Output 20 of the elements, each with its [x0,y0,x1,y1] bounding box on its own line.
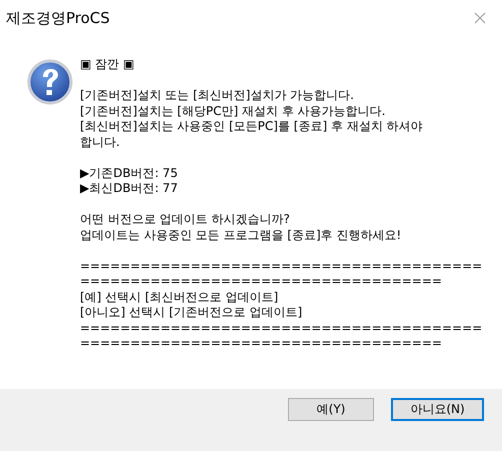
message-text: ▶최신DB버전: 77 [80,181,179,196]
message-text: 어떤 버전으로 업데이트 하시겠습니까? [80,212,291,228]
message-text: ==================================== [80,274,443,290]
message-text: ==================================== [80,336,443,352]
message-text: [기존버전]설치 또는 [최신버전]설치가 가능합니다. [80,88,355,104]
message-text: ======================================== [80,320,482,336]
message-text: [아니오] 선택시 [기존버전으로 업데이트] [80,305,304,320]
message-text: ======================================== [80,258,482,274]
window-title: 제조경영ProCS [6,8,110,28]
close-icon [474,12,486,24]
message-text: ▶기존DB버전: 75 [80,166,179,181]
message-text: 업데이트는 사용중인 모든 프로그램을 [종료]후 진행하세요! [80,228,402,243]
message-text: [예] 선택시 [최신버전으로 업데이트] [80,290,280,305]
dialog-button[interactable]: 아니요(N) [391,398,484,421]
message-text: 합니다. [80,134,121,150]
message-text: [기존버전]설치는 [해당PC만] 재설치 후 사용가능합니다. [80,104,386,119]
dialog-button[interactable]: 예(Y) [288,398,374,421]
message-text: [최신버전]설치는 사용중인 [모든PC]를 [종료] 후 재설치 하셔야 [80,119,424,134]
message-text: ▣ 잠깐 ▣ [80,57,136,72]
question-icon [27,59,73,105]
